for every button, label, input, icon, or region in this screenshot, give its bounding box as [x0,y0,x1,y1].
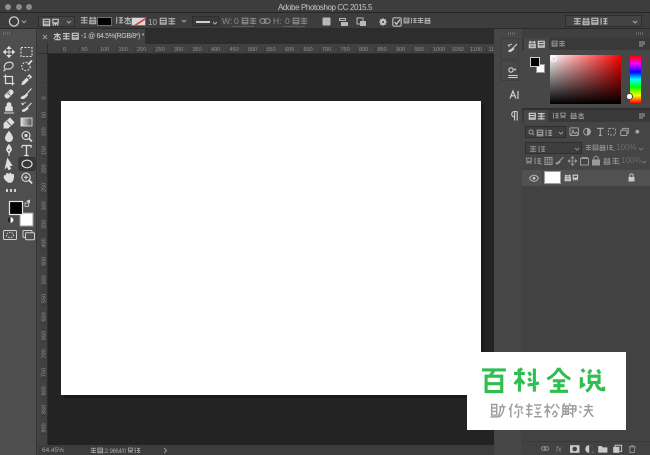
svg-text:0: 0 [63,47,66,53]
svg-text:0: 0 [42,96,48,99]
svg-text:300: 300 [174,47,183,53]
svg-text:1050: 1050 [452,47,464,53]
svg-text:250: 250 [156,47,165,53]
svg-text:850: 850 [378,47,387,53]
svg-text:1000: 1000 [433,47,445,53]
svg-text:850: 850 [42,405,48,414]
svg-text:300: 300 [42,201,48,210]
svg-text:350: 350 [42,220,48,229]
svg-text:250: 250 [42,183,48,192]
svg-text:450: 450 [230,47,239,53]
svg-text:950: 950 [415,47,424,53]
svg-text:550: 550 [42,294,48,303]
svg-text:50: 50 [82,47,88,53]
svg-text:650: 650 [304,47,313,53]
svg-text:200: 200 [42,164,48,173]
svg-text:600: 600 [42,312,48,321]
svg-text:50: 50 [42,112,48,118]
svg-text:100: 100 [100,47,109,53]
svg-text:1100: 1100 [470,47,482,53]
svg-text:650: 650 [42,331,48,340]
svg-text:700: 700 [322,47,331,53]
svg-text:900: 900 [42,423,48,432]
svg-text:700: 700 [42,349,48,358]
svg-text:900: 900 [396,47,405,53]
svg-text:800: 800 [359,47,368,53]
svg-text:450: 450 [42,257,48,266]
svg-text:fx: fx [556,447,562,454]
svg-text:800: 800 [42,386,48,395]
svg-text:200: 200 [137,47,146,53]
svg-text:350: 350 [193,47,202,53]
svg-text:550: 550 [267,47,276,53]
svg-text:400: 400 [42,238,48,247]
svg-text:750: 750 [341,47,350,53]
svg-text:150: 150 [119,47,128,53]
svg-text:500: 500 [42,275,48,284]
svg-text:400: 400 [211,47,220,53]
svg-text:150: 150 [42,146,48,155]
svg-text:750: 750 [42,368,48,377]
svg-text:600: 600 [285,47,294,53]
svg-text:500: 500 [248,47,257,53]
svg-text:100: 100 [42,127,48,136]
